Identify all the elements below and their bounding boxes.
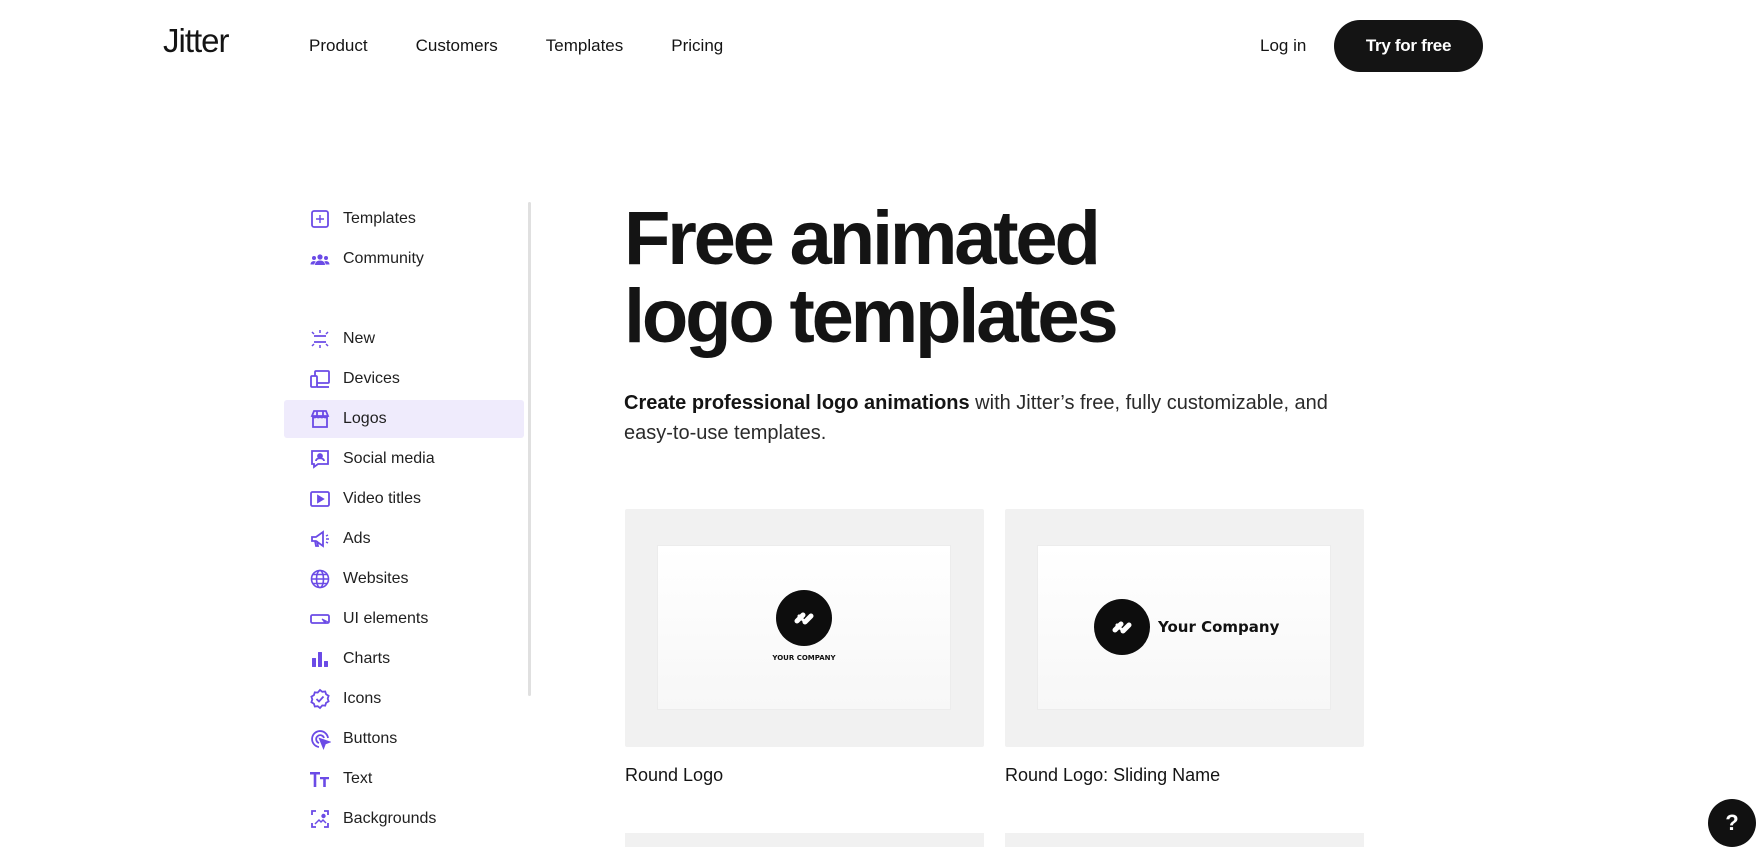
sidebar-item-text[interactable]: Text xyxy=(284,760,524,798)
backgrounds-icon xyxy=(309,808,331,830)
template-preview: YOUR COMPANY xyxy=(658,546,950,709)
sidebar-item-label: Social media xyxy=(343,450,435,467)
sidebar-item-video-titles[interactable]: Video titles xyxy=(284,480,524,518)
ads-icon xyxy=(309,528,331,550)
sidebar-item-label: New xyxy=(343,330,376,347)
sidebar-item-label: Websites xyxy=(343,570,409,587)
page-title-line-1: Free animated xyxy=(624,196,1101,281)
websites-icon xyxy=(309,568,331,590)
help-button[interactable]: ? xyxy=(1708,799,1756,847)
sidebar-item-devices[interactable]: Devices xyxy=(284,360,524,398)
social-media-icon xyxy=(309,448,331,470)
round-logo-preview: YOUR COMPANY xyxy=(771,590,837,662)
devices-icon xyxy=(309,368,331,390)
sidebar-item-ads[interactable]: Ads xyxy=(284,520,524,558)
jitter-logo[interactable]: Jitter xyxy=(163,22,230,60)
nav-customers[interactable]: Customers xyxy=(416,36,498,56)
sidebar-item-label: Text xyxy=(343,770,373,787)
top-header: Jitter Product Customers Templates Prici… xyxy=(0,0,1764,92)
sidebar-item-websites[interactable]: Websites xyxy=(284,560,524,598)
logos-icon xyxy=(309,408,331,430)
sidebar-item-label: Community xyxy=(343,250,424,267)
card-logo-text: Your Company xyxy=(1157,618,1280,636)
sidebar-item-backgrounds[interactable]: Backgrounds xyxy=(284,800,524,838)
page-subtitle: Create professional logo animations with… xyxy=(624,388,1364,448)
subtitle-emphasis: Create professional logo animations xyxy=(624,392,970,414)
text-icon xyxy=(309,768,331,790)
sidebar-item-label: Devices xyxy=(343,370,400,387)
sidebar-item-social-media[interactable]: Social media xyxy=(284,440,524,478)
template-preview: Your Company xyxy=(1038,546,1330,709)
template-card-title[interactable]: Round Logo xyxy=(625,765,723,786)
icons-icon xyxy=(309,688,331,710)
sidebar-item-label: Video titles xyxy=(343,490,421,507)
template-card-partial[interactable] xyxy=(625,833,984,847)
login-link[interactable]: Log in xyxy=(1260,36,1306,56)
page-title: Free animated logo templates xyxy=(624,200,1184,356)
video-titles-icon xyxy=(309,488,331,510)
sidebar-item-buttons[interactable]: Buttons xyxy=(284,720,524,758)
page-title-line-2: logo templates xyxy=(624,274,1119,359)
main-nav: Product Customers Templates Pricing xyxy=(309,36,771,56)
sidebar-item-label: Charts xyxy=(343,650,391,667)
sidebar-item-ui-elements[interactable]: UI elements xyxy=(284,600,524,638)
sidebar-item-label: Ads xyxy=(343,530,371,547)
sidebar-item-label: UI elements xyxy=(343,610,429,627)
sidebar-item-label: Backgrounds xyxy=(343,810,437,827)
ui-elements-icon xyxy=(309,608,331,630)
new-icon xyxy=(309,328,331,350)
sidebar-item-label: Buttons xyxy=(343,730,398,747)
sidebar-item-charts[interactable]: Charts xyxy=(284,640,524,678)
nav-product[interactable]: Product xyxy=(309,36,368,56)
card-logo-text: YOUR COMPANY xyxy=(771,654,836,662)
template-card-title[interactable]: Round Logo: Sliding Name xyxy=(1005,765,1220,786)
sidebar-item-icons[interactable]: Icons xyxy=(284,680,524,718)
sidebar-item-community[interactable]: Community xyxy=(284,240,524,278)
sidebar-item-label: Icons xyxy=(343,690,382,707)
template-card-round-logo-sliding-name[interactable]: Your Company xyxy=(1005,509,1364,747)
nav-pricing[interactable]: Pricing xyxy=(671,36,723,56)
template-card-partial[interactable] xyxy=(1005,833,1364,847)
sidebar-item-label: Logos xyxy=(343,410,387,427)
buttons-icon xyxy=(309,728,331,750)
sidebar-scrollbar[interactable] xyxy=(528,202,531,696)
sidebar-item-logos[interactable]: Logos xyxy=(284,400,524,438)
sliding-name-preview: Your Company xyxy=(1094,599,1280,655)
templates-icon xyxy=(309,208,331,230)
charts-icon xyxy=(309,648,331,670)
sidebar-item-templates[interactable]: Templates xyxy=(284,200,524,238)
sidebar-item-label: Templates xyxy=(343,210,416,227)
template-card-round-logo[interactable]: YOUR COMPANY xyxy=(625,509,984,747)
nav-templates[interactable]: Templates xyxy=(546,36,623,56)
community-icon xyxy=(309,248,331,270)
try-for-free-button[interactable]: Try for free xyxy=(1334,20,1483,72)
sidebar-item-new[interactable]: New xyxy=(284,320,524,358)
